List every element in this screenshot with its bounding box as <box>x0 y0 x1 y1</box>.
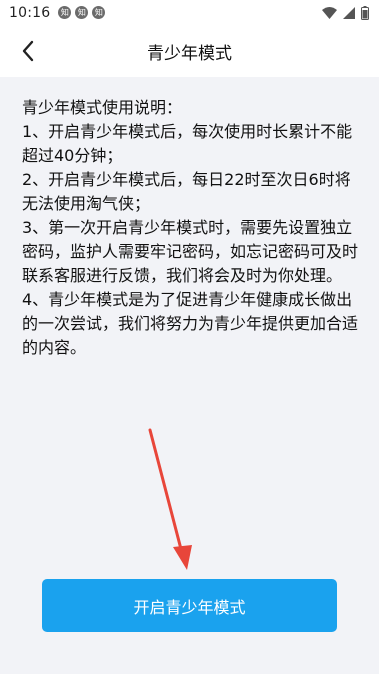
instructions-heading: 青少年模式使用说明： <box>22 98 183 117</box>
zhihu-notification-icon: 知 <box>58 6 72 19</box>
instructions-text: 青少年模式使用说明： 1、开启青少年模式后，每次使用时长累计不能超过40分钟； … <box>22 96 362 360</box>
instruction-item: 3、第一次开启青少年模式时，需要先设置独立密码，监护人需要牢记密码，如忘记密码可… <box>22 218 359 285</box>
instruction-item: 4、青少年模式是为了促进青少年健康成长做出的一次尝试，我们将努力为青少年提供更加… <box>22 290 359 357</box>
wifi-icon <box>322 6 337 19</box>
status-bar: 10:16 知 知 知 <box>0 0 379 25</box>
instruction-item: 2、开启青少年模式后，每日22时至次日6时将无法使用淘气侠； <box>22 170 351 213</box>
header-bar: 青少年模式 <box>0 25 379 77</box>
zhihu-notification-icon: 知 <box>75 6 89 19</box>
system-icons <box>322 5 369 20</box>
signal-icon <box>343 6 355 19</box>
notification-icons: 知 知 知 <box>58 6 106 19</box>
red-arrow-annotation <box>148 428 192 570</box>
enable-teen-mode-button[interactable]: 开启青少年模式 <box>42 579 337 632</box>
zhihu-notification-icon: 知 <box>92 6 106 19</box>
page-title: 青少年模式 <box>147 43 232 64</box>
instruction-item: 1、开启青少年模式后，每次使用时长累计不能超过40分钟； <box>22 122 353 165</box>
battery-icon <box>361 5 369 20</box>
chevron-left-icon <box>22 40 34 62</box>
status-time: 10:16 <box>9 4 51 21</box>
back-button[interactable] <box>14 37 42 65</box>
